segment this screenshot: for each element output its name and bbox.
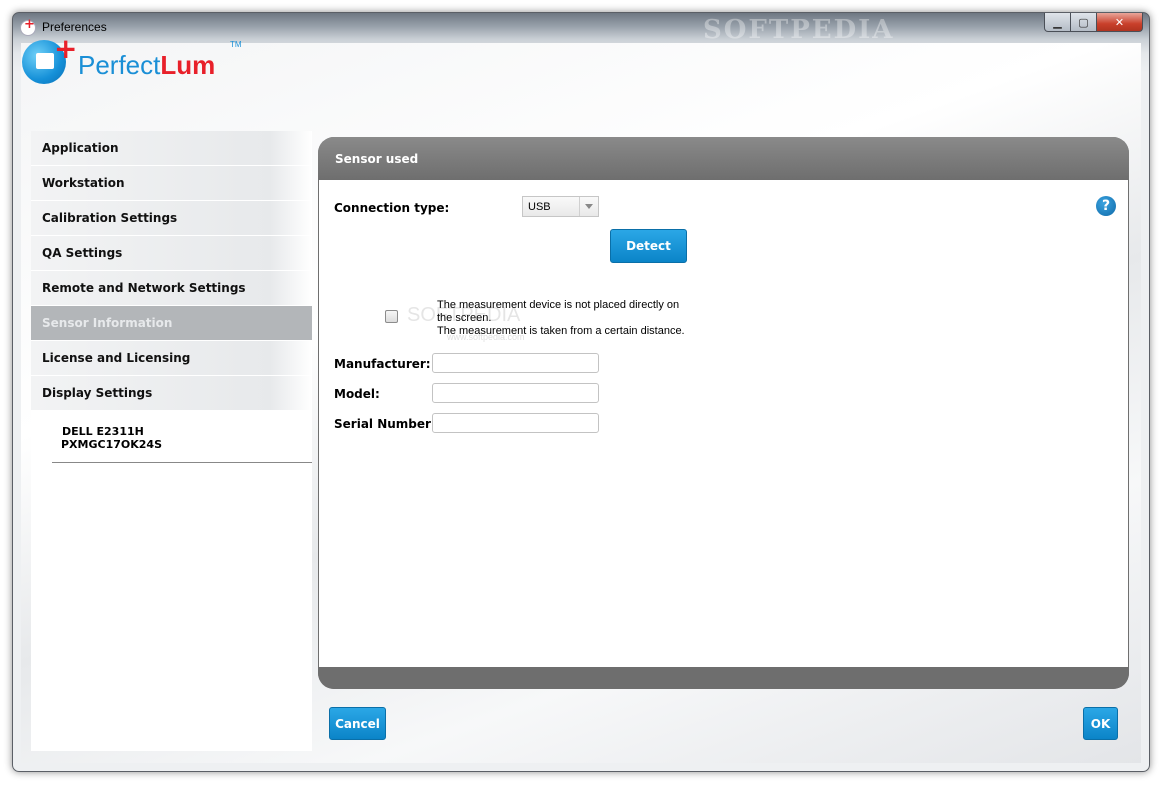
cancel-button[interactable]: Cancel — [329, 707, 386, 740]
display-serial: PXMGC17OK24S — [61, 438, 163, 451]
sidebar-item-application[interactable]: Application — [31, 131, 312, 165]
checkbox-text-line-2: The measurement is taken from a certain … — [437, 325, 685, 337]
model-field[interactable] — [432, 383, 599, 403]
manufacturer-label: Manufacturer: — [334, 357, 431, 371]
maximize-button[interactable]: ▢ — [1071, 13, 1097, 32]
logo-suffix: Lum — [160, 50, 216, 80]
sidebar-item-display-settings[interactable]: Display Settings — [31, 376, 312, 410]
window-controls: ▁ ▢ ✕ — [1044, 13, 1143, 33]
sidebar-item-remote-network-settings[interactable]: Remote and Network Settings — [31, 271, 312, 305]
sidebar-item-sensor-information[interactable]: Sensor Information — [31, 306, 312, 340]
panel-header: Sensor used — [318, 137, 1129, 180]
panel-body: Connection type: USB Detect ? SOFTPEDIA … — [319, 180, 1128, 667]
sensor-panel: Sensor used Connection type: USB Detect … — [318, 137, 1129, 689]
connection-type-value: USB — [528, 201, 551, 213]
sidebar: Application Workstation Calibration Sett… — [31, 131, 312, 751]
connection-type-label: Connection type: — [334, 201, 450, 215]
display-model: DELL E2311H — [62, 425, 144, 438]
perfectlum-logo: + PerfectLum TM — [22, 32, 242, 90]
checkbox-text-line-1: The measurement device is not placed dir… — [437, 299, 680, 324]
connection-type-select[interactable]: USB — [522, 196, 599, 217]
chevron-down-icon — [579, 197, 598, 216]
help-icon[interactable]: ? — [1096, 196, 1116, 216]
detect-button[interactable]: Detect — [610, 229, 687, 263]
distance-measurement-label: The measurement device is not placed dir… — [437, 299, 697, 338]
model-label: Model: — [334, 387, 380, 401]
ok-button[interactable]: OK — [1083, 707, 1118, 740]
distance-measurement-checkbox[interactable] — [385, 310, 398, 323]
logo-text: PerfectLum — [78, 50, 215, 81]
app-icon — [20, 17, 36, 36]
sidebar-item-calibration-settings[interactable]: Calibration Settings — [31, 201, 312, 235]
panel-footer — [318, 667, 1129, 689]
serial-number-field[interactable] — [432, 413, 599, 433]
title-watermark: SOFTPEDIA — [703, 15, 895, 45]
logo-plus-icon: + — [54, 32, 78, 65]
sidebar-item-qa-settings[interactable]: QA Settings — [31, 236, 312, 270]
sidebar-item-license-licensing[interactable]: License and Licensing — [31, 341, 312, 375]
minimize-button[interactable]: ▁ — [1044, 13, 1071, 32]
logo-trademark: TM — [230, 40, 242, 49]
display-entry[interactable]: DELL E2311H PXMGC17OK24S — [31, 411, 312, 451]
serial-number-label: Serial Number: — [334, 417, 436, 431]
logo-prefix: Perfect — [78, 50, 161, 80]
close-button[interactable]: ✕ — [1097, 13, 1143, 32]
sidebar-item-workstation[interactable]: Workstation — [31, 166, 312, 200]
manufacturer-field[interactable] — [432, 353, 599, 373]
display-divider — [52, 462, 312, 463]
panel-title: Sensor used — [335, 152, 419, 166]
